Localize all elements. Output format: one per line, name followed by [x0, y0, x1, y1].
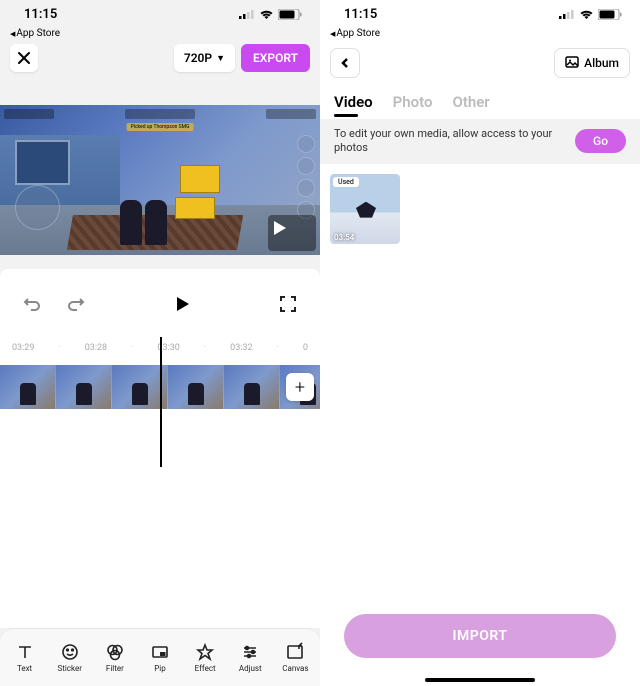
- toolbar-sticker[interactable]: Sticker: [48, 642, 91, 673]
- game-pickup-tag: Picked up Thompson SMG: [127, 123, 194, 131]
- undo-button[interactable]: [20, 292, 44, 316]
- effect-icon: [195, 642, 215, 662]
- toolbar-effect[interactable]: Effect: [184, 642, 227, 673]
- import-button[interactable]: IMPORT: [344, 614, 616, 658]
- status-time: 11:15: [24, 7, 57, 22]
- toolbar-filter[interactable]: Filter: [93, 642, 136, 673]
- tab-video[interactable]: Video: [334, 93, 373, 111]
- album-button[interactable]: Album: [554, 48, 630, 78]
- back-to-app-store[interactable]: App Store: [0, 28, 320, 41]
- timeline[interactable]: +: [0, 357, 320, 417]
- toolbar-text[interactable]: Text: [3, 642, 46, 673]
- home-indicator[interactable]: [425, 678, 535, 682]
- permission-go-button[interactable]: Go: [575, 129, 626, 153]
- sticker-icon: [60, 642, 80, 662]
- text-icon: [15, 642, 35, 662]
- play-button[interactable]: [170, 292, 194, 316]
- signal-icon: [559, 9, 575, 19]
- timeline-frame[interactable]: [224, 365, 280, 409]
- filter-icon: [105, 642, 125, 662]
- media-tabs: Video Photo Other: [320, 85, 640, 119]
- tab-photo[interactable]: Photo: [393, 93, 433, 111]
- timeline-frame[interactable]: [168, 365, 224, 409]
- toolbar-pip[interactable]: Pip: [138, 642, 181, 673]
- wifi-icon: [259, 9, 274, 20]
- adjust-icon: [240, 642, 260, 662]
- battery-icon: [598, 9, 622, 20]
- timeline-frame[interactable]: [56, 365, 112, 409]
- toolbar-canvas[interactable]: Canvas: [274, 642, 317, 673]
- permission-text: To edit your own media, allow access to …: [334, 127, 565, 156]
- battery-icon: [278, 9, 302, 20]
- status-time: 11:15: [344, 7, 377, 22]
- album-label: Album: [584, 56, 619, 70]
- used-badge: Used: [333, 177, 359, 187]
- editor-toolbar: Text Sticker Filter Pip Effect Adjust Ca…: [0, 628, 320, 686]
- redo-button[interactable]: [64, 292, 88, 316]
- back-to-app-store[interactable]: App Store: [320, 28, 640, 41]
- tab-other[interactable]: Other: [452, 93, 489, 111]
- timeline-frame[interactable]: [0, 365, 56, 409]
- media-thumbnail[interactable]: Used 03:54: [330, 174, 400, 244]
- permission-prompt: To edit your own media, allow access to …: [320, 119, 640, 164]
- status-bar: 11:15: [320, 0, 640, 28]
- player-controls: [0, 269, 320, 339]
- status-icons: [559, 9, 622, 20]
- fullscreen-button[interactable]: [276, 292, 300, 316]
- media-topbar: Album: [320, 41, 640, 85]
- playhead[interactable]: [160, 337, 162, 467]
- export-button[interactable]: EXPORT: [241, 44, 310, 72]
- status-icons: [239, 9, 302, 20]
- pip-icon: [150, 642, 170, 662]
- signal-icon: [239, 9, 255, 19]
- album-icon: [565, 55, 579, 72]
- canvas-icon: [285, 642, 305, 662]
- toolbar-adjust[interactable]: Adjust: [229, 642, 272, 673]
- resolution-selector[interactable]: 720P ▼: [174, 44, 235, 72]
- resolution-value: 720P: [184, 51, 212, 65]
- media-gallery: Used 03:54: [320, 164, 640, 254]
- wifi-icon: [579, 9, 594, 20]
- video-preview[interactable]: Picked up Thompson SMG: [0, 105, 320, 255]
- status-bar: 11:15: [0, 0, 320, 28]
- clip-duration: 03:54: [334, 233, 354, 242]
- chevron-down-icon: ▼: [216, 53, 225, 64]
- close-button[interactable]: [10, 44, 38, 72]
- editor-topbar: 720P ▼ EXPORT: [0, 41, 320, 75]
- add-clip-button[interactable]: +: [286, 373, 314, 401]
- back-button[interactable]: [330, 48, 360, 78]
